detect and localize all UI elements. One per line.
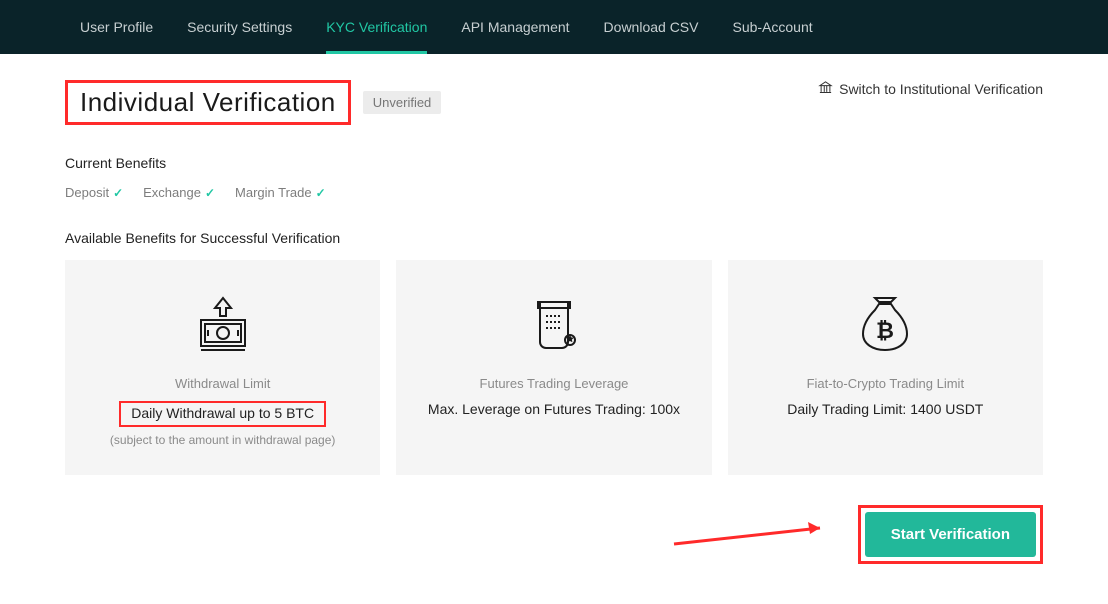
page-title: Individual Verification <box>80 87 336 118</box>
nav-item-security-settings[interactable]: Security Settings <box>187 0 292 54</box>
page-header: Individual Verification Unverified Switc… <box>65 80 1043 125</box>
withdrawal-icon <box>85 290 360 362</box>
current-benefits-heading: Current Benefits <box>65 155 1043 171</box>
arrow-icon <box>670 520 840 550</box>
top-nav: User Profile Security Settings KYC Verif… <box>0 0 1108 54</box>
moneybag-icon: ₿ <box>748 290 1023 362</box>
nav-item-kyc-verification[interactable]: KYC Verification <box>326 0 427 54</box>
page-title-highlight: Individual Verification <box>65 80 351 125</box>
switch-institutional-label: Switch to Institutional Verification <box>839 81 1043 97</box>
nav-item-download-csv[interactable]: Download CSV <box>604 0 699 54</box>
card-value: Max. Leverage on Futures Trading: 100x <box>416 401 691 417</box>
available-benefits-heading: Available Benefits for Successful Verifi… <box>65 230 1043 246</box>
benefit-margin-trade: Margin Trade ✓ <box>235 185 326 200</box>
start-verification-button[interactable]: Start Verification <box>865 512 1036 557</box>
card-title: Futures Trading Leverage <box>416 376 691 391</box>
card-value: Daily Withdrawal up to 5 BTC <box>131 405 314 421</box>
card-sub: (subject to the amount in withdrawal pag… <box>85 433 360 447</box>
card-fiat-crypto-limit: ₿ Fiat-to-Crypto Trading Limit Daily Tra… <box>728 260 1043 475</box>
scroll-icon <box>416 290 691 362</box>
status-badge: Unverified <box>363 91 442 114</box>
page-content: Individual Verification Unverified Switc… <box>0 54 1108 604</box>
card-futures-leverage: Futures Trading Leverage Max. Leverage o… <box>396 260 711 475</box>
institution-icon <box>818 80 833 98</box>
switch-institutional-link[interactable]: Switch to Institutional Verification <box>818 80 1043 98</box>
check-icon: ✓ <box>316 186 326 200</box>
svg-text:₿: ₿ <box>876 318 894 343</box>
current-benefits-list: Deposit ✓ Exchange ✓ Margin Trade ✓ <box>65 185 1043 200</box>
start-button-highlight: Start Verification <box>858 505 1043 564</box>
card-withdrawal-limit: Withdrawal Limit Daily Withdrawal up to … <box>65 260 380 475</box>
benefit-cards: Withdrawal Limit Daily Withdrawal up to … <box>65 260 1043 475</box>
title-wrap: Individual Verification Unverified <box>65 80 441 125</box>
check-icon: ✓ <box>205 186 215 200</box>
benefit-exchange: Exchange ✓ <box>143 185 215 200</box>
check-icon: ✓ <box>113 186 123 200</box>
card-value: Daily Trading Limit: 1400 USDT <box>748 401 1023 417</box>
nav-item-api-management[interactable]: API Management <box>461 0 569 54</box>
card-title: Fiat-to-Crypto Trading Limit <box>748 376 1023 391</box>
card-value-highlight: Daily Withdrawal up to 5 BTC <box>119 401 326 427</box>
benefit-deposit: Deposit ✓ <box>65 185 123 200</box>
nav-item-sub-account[interactable]: Sub-Account <box>732 0 812 54</box>
nav-item-user-profile[interactable]: User Profile <box>80 0 153 54</box>
action-row: Start Verification <box>65 505 1043 564</box>
card-title: Withdrawal Limit <box>85 376 360 391</box>
